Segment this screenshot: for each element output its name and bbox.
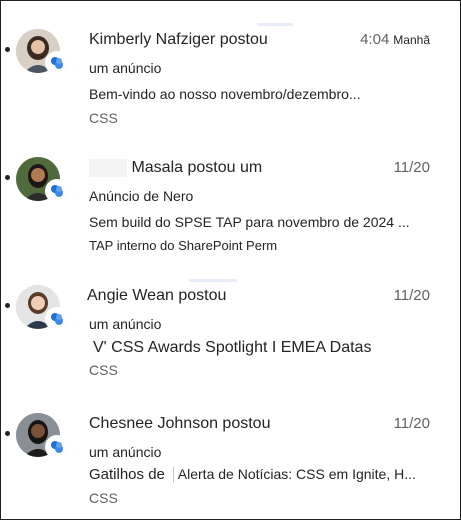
timestamp: 4:04 Manhã [360, 31, 430, 48]
source-site: CSS [89, 362, 118, 378]
redacted-name [89, 159, 127, 177]
notification-title: Kimberly Nafziger postou [89, 31, 268, 48]
unread-dot [5, 175, 10, 180]
notification-feed: Kimberly Nafziger postou 4:04 Manhã um an… [0, 0, 461, 520]
divider [189, 279, 237, 282]
notification-subtitle: um anúncio [89, 316, 162, 332]
notification-subtitle: Anúncio de Nero [89, 188, 194, 204]
announcement-title: Bem-vindo ao nosso novembro/dezembro... [89, 86, 361, 102]
notification-title: Angie Wean postou [87, 287, 227, 304]
viva-connections-icon [45, 179, 69, 203]
timestamp: 11/20 [393, 287, 430, 304]
viva-connections-icon [45, 307, 69, 331]
announcement-title: Gatilhos de Alerta de Notícias: CSS em I… [89, 466, 416, 484]
unread-dot [5, 47, 10, 52]
feed-item[interactable]: Chesnee Johnson postou 11/20 um anúncio … [1, 403, 460, 531]
divider [257, 23, 293, 26]
source-site: TAP interno do SharePoint Perm [89, 238, 278, 253]
notification-title: Chesnee Johnson postou [89, 415, 271, 432]
viva-connections-icon [45, 435, 69, 459]
notification-title: Masala postou um [89, 159, 262, 177]
feed-item[interactable]: Kimberly Nafziger postou 4:04 Manhã um an… [1, 19, 460, 147]
unread-dot [5, 303, 10, 308]
timestamp: 11/20 [393, 159, 430, 176]
feed-item[interactable]: Masala postou um 11/20 Anúncio de Nero S… [1, 147, 460, 275]
feed-item[interactable]: Angie Wean postou 11/20 um anúncio V' CS… [1, 275, 460, 403]
notification-subtitle: um anúncio [89, 60, 162, 76]
unread-dot [5, 431, 10, 436]
source-site: CSS [89, 110, 118, 126]
announcement-title: V' CSS Awards Spotlight I EMEA Datas [93, 339, 372, 356]
source-site: CSS [89, 490, 118, 506]
notification-subtitle: um anúncio [89, 444, 162, 460]
timestamp: 11/20 [393, 415, 430, 432]
viva-connections-icon [45, 51, 69, 75]
announcement-title: Sem build do SPSE TAP para novembro de 2… [89, 214, 410, 230]
